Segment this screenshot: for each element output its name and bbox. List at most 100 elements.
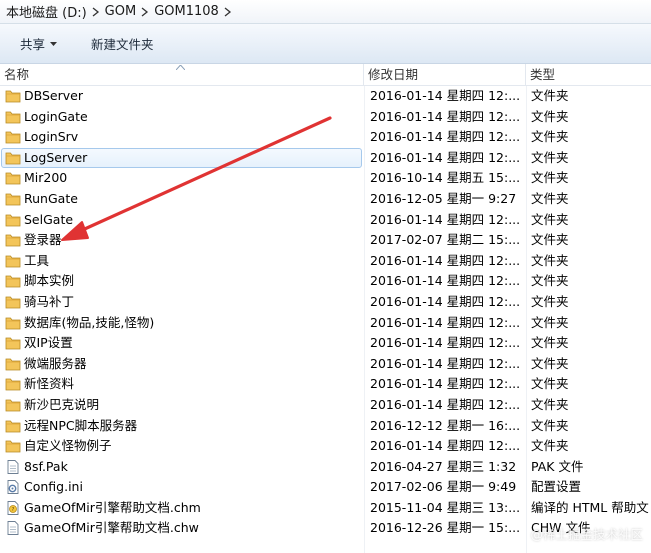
file-row[interactable]: 骑马补丁 2016-01-14 星期四 12:... 文件夹 [0, 292, 651, 313]
file-type: 文件夹 [531, 417, 569, 433]
file-row[interactable]: RunGate 2016-12-05 星期一 9:27 文件夹 [0, 189, 651, 210]
breadcrumb: 本地磁盘 (D:) GOM GOM1108 [0, 0, 651, 24]
column-name[interactable]: 名称 [0, 64, 364, 86]
file-row[interactable]: 数据库(物品,技能,怪物) 2016-01-14 星期四 12:... 文件夹 [0, 313, 651, 334]
file-name: 数据库(物品,技能,怪物) [24, 314, 155, 330]
file-name: GameOfMir引擎帮助文档.chm [24, 499, 201, 515]
breadcrumb-drive[interactable]: 本地磁盘 (D:) [6, 2, 87, 21]
file-type: 配置设置 [531, 479, 582, 495]
folder-icon [5, 213, 21, 227]
file-type: 文件夹 [531, 170, 569, 186]
file-name: SelGate [24, 211, 74, 227]
new-folder-button[interactable]: 新建文件夹 [83, 31, 162, 56]
file-name: 新怪资料 [24, 376, 75, 392]
file-date: 2016-01-14 星期四 12:... [370, 149, 521, 165]
svg-text:?: ? [12, 507, 15, 513]
file-date: 2016-01-14 星期四 12:... [370, 211, 521, 227]
column-date[interactable]: 修改日期 [364, 64, 526, 86]
breadcrumb-gom[interactable]: GOM [105, 4, 137, 19]
file-name: Config.ini [24, 479, 83, 495]
file-row[interactable]: 新沙巴克说明 2016-01-14 星期四 12:... 文件夹 [0, 395, 651, 416]
file-name: 微端服务器 [24, 355, 87, 371]
file-date: 2016-01-14 星期四 12:... [370, 293, 521, 309]
file-name: GameOfMir引擎帮助文档.chw [24, 520, 199, 536]
file-row[interactable]: Mir200 2016-10-14 星期五 15:... 文件夹 [0, 168, 651, 189]
chm-file-icon: ? [5, 500, 21, 515]
chevron-right-icon[interactable] [87, 6, 105, 17]
file-date: 2017-02-07 星期二 15:... [370, 232, 521, 248]
file-type: 文件夹 [531, 376, 569, 392]
folder-icon [5, 336, 21, 350]
file-row[interactable]: 8sf.Pak 2016-04-27 星期三 1:32 PAK 文件 [0, 457, 651, 478]
file-row[interactable]: 双IP设置 2016-01-14 星期四 12:... 文件夹 [0, 333, 651, 354]
file-type: 文件夹 [531, 129, 569, 145]
file-name: RunGate [24, 190, 78, 206]
share-button[interactable]: 共享 [12, 31, 65, 56]
file-row[interactable]: ? GameOfMir引擎帮助文档.chm 2015-11-04 星期三 13:..… [0, 498, 651, 519]
folder-icon [5, 295, 21, 309]
file-row[interactable]: 脚本实例 2016-01-14 星期四 12:... 文件夹 [0, 271, 651, 292]
file-row[interactable]: 自定义怪物例子 2016-01-14 星期四 12:... 文件夹 [0, 436, 651, 457]
folder-icon [5, 377, 21, 391]
file-date: 2016-01-14 星期四 12:... [370, 376, 521, 392]
folder-icon [5, 89, 21, 103]
column-header: 名称 修改日期 类型 [0, 64, 651, 86]
file-row[interactable]: LogServer 2016-01-14 星期四 12:... 文件夹 [0, 147, 651, 169]
file-name: LogServer [24, 149, 88, 165]
file-type: PAK 文件 [531, 458, 584, 474]
file-type: 文件夹 [531, 211, 569, 227]
file-row[interactable]: 新怪资料 2016-01-14 星期四 12:... 文件夹 [0, 374, 651, 395]
file-type: 文件夹 [531, 355, 569, 371]
column-type[interactable]: 类型 [526, 64, 651, 86]
file-name: 脚本实例 [24, 273, 75, 289]
folder-icon [5, 398, 21, 412]
file-date: 2016-01-14 星期四 12:... [370, 129, 521, 145]
file-row[interactable]: 工具 2016-01-14 星期四 12:... 文件夹 [0, 251, 651, 272]
file-row[interactable]: DBServer 2016-01-14 星期四 12:... 文件夹 [0, 86, 651, 107]
file-row[interactable]: 微端服务器 2016-01-14 星期四 12:... 文件夹 [0, 354, 651, 375]
file-row[interactable]: SelGate 2016-01-14 星期四 12:... 文件夹 [0, 210, 651, 231]
file-date: 2016-12-26 星期一 15:... [370, 520, 521, 536]
file-date: 2016-01-14 星期四 12:... [370, 273, 521, 289]
column-name-label: 名称 [4, 67, 30, 82]
sort-ascending-icon [176, 65, 185, 70]
file-row[interactable]: Config.ini 2017-02-06 星期一 9:49 配置设置 [0, 477, 651, 498]
file-type: 文件夹 [531, 190, 569, 206]
folder-icon [5, 151, 21, 165]
folder-icon [5, 316, 21, 330]
breadcrumb-gom1108[interactable]: GOM1108 [154, 4, 219, 19]
watermark: @稀土掘金技术社区 [530, 527, 643, 542]
folder-icon [5, 439, 21, 453]
file-name: 工具 [24, 252, 50, 268]
file-date: 2016-01-14 星期四 12:... [370, 438, 521, 454]
file-type: 文件夹 [531, 314, 569, 330]
folder-icon [5, 254, 21, 268]
folder-icon [5, 233, 21, 247]
file-row[interactable]: LoginGate 2016-01-14 星期四 12:... 文件夹 [0, 107, 651, 128]
file-date: 2016-04-27 星期三 1:32 [370, 458, 517, 474]
chevron-right-icon[interactable] [136, 6, 154, 17]
file-date: 2016-01-14 星期四 12:... [370, 355, 521, 371]
chevron-right-icon[interactable] [219, 6, 237, 17]
config-file-icon [5, 480, 21, 495]
file-date: 2015-11-04 星期三 13:... [370, 499, 521, 515]
command-bar: 共享 新建文件夹 [0, 24, 651, 64]
file-type: 文件夹 [531, 108, 569, 124]
file-type: 文件夹 [531, 396, 569, 412]
file-type: 文件夹 [531, 273, 569, 289]
file-name: 登录器 [24, 232, 62, 248]
file-type: 文件夹 [531, 252, 569, 268]
file-date: 2016-12-05 星期一 9:27 [370, 190, 517, 206]
folder-icon [5, 419, 21, 433]
file-row[interactable]: 登录器 2017-02-07 星期二 15:... 文件夹 [0, 230, 651, 251]
file-type: 编译的 HTML 帮助文 [531, 499, 649, 515]
file-icon [5, 459, 21, 474]
folder-icon [5, 110, 21, 124]
file-name: 自定义怪物例子 [24, 438, 112, 454]
folder-icon [5, 130, 21, 144]
file-type: 文件夹 [531, 438, 569, 454]
file-list: DBServer 2016-01-14 星期四 12:... 文件夹 LoginGat… [0, 86, 651, 539]
file-row[interactable]: 远程NPC脚本服务器 2016-12-12 星期一 16:... 文件夹 [0, 416, 651, 437]
file-row[interactable]: LoginSrv 2016-01-14 星期四 12:... 文件夹 [0, 127, 651, 148]
file-icon [5, 521, 21, 536]
